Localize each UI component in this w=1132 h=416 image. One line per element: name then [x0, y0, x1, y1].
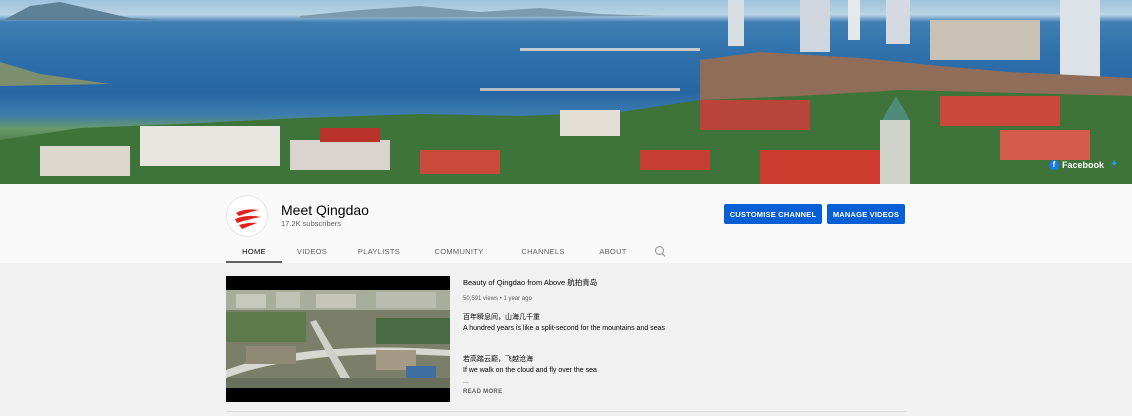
featured-video-player[interactable]	[226, 276, 450, 402]
facebook-icon: f	[1048, 160, 1059, 170]
customise-channel-button[interactable]: CUSTOMISE CHANNEL	[724, 204, 822, 224]
description-line: If we walk on the cloud and fly over the…	[463, 367, 597, 374]
tab-playlists[interactable]: PLAYLISTS	[342, 240, 416, 263]
twitter-icon[interactable]: ✦	[1110, 160, 1120, 170]
tab-channels[interactable]: CHANNELS	[502, 240, 584, 263]
channel-header: Meet Qingdao 17.2K subscribers CUSTOMISE…	[0, 184, 1132, 263]
banner-image	[0, 0, 1132, 184]
tab-about[interactable]: ABOUT	[584, 240, 642, 263]
facebook-link[interactable]: f Facebook	[1048, 160, 1104, 170]
subscriber-count: 17.2K subscribers	[281, 219, 342, 228]
channel-avatar[interactable]	[226, 195, 268, 237]
featured-video-title[interactable]: Beauty of Qingdao from Above 航拍青岛	[463, 277, 597, 288]
facebook-label: Facebook	[1061, 160, 1104, 170]
channel-tabs: HOME VIDEOS PLAYLISTS COMMUNITY CHANNELS…	[226, 240, 678, 263]
channel-name: Meet Qingdao	[281, 202, 369, 218]
tab-community[interactable]: COMMUNITY	[416, 240, 502, 263]
description-ellipsis: ...	[463, 378, 469, 385]
tab-videos[interactable]: VIDEOS	[282, 240, 342, 263]
search-icon	[654, 246, 666, 257]
read-more-link[interactable]: READ MORE	[463, 389, 502, 395]
video-thumbnail	[226, 290, 450, 388]
description-line: 若高踏云巅，飞越沧海	[463, 356, 533, 363]
home-content: Beauty of Qingdao from Above 航拍青岛 50,591…	[0, 263, 1132, 416]
featured-video-meta: 50,591 views • 1 year ago	[463, 296, 532, 302]
channel-logo-icon	[227, 196, 267, 236]
section-divider	[226, 411, 906, 412]
tab-home[interactable]: HOME	[226, 240, 282, 263]
channel-banner: f Facebook ✦	[0, 0, 1132, 184]
description-line: 百年瞬息间，山海几千重	[463, 314, 540, 321]
tab-search[interactable]	[642, 240, 678, 263]
manage-videos-button[interactable]: MANAGE VIDEOS	[827, 204, 905, 224]
description-line: A hundred years is like a split-second f…	[463, 325, 665, 332]
banner-social-links: f Facebook ✦	[1048, 160, 1120, 170]
